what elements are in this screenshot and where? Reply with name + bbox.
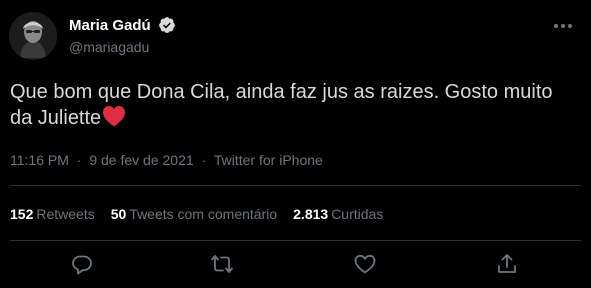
tweet-time[interactable]: 11:16 PM: [10, 152, 69, 168]
reply-icon[interactable]: [70, 252, 94, 276]
divider: [10, 185, 581, 186]
like-icon[interactable]: [353, 252, 377, 276]
share-icon[interactable]: [495, 252, 519, 276]
tweet-date[interactable]: 9 de fev de 2021: [89, 152, 193, 168]
meta-separator: ·: [76, 152, 82, 168]
retweet-icon[interactable]: [210, 252, 234, 276]
red-heart-emoji-icon: [103, 106, 126, 127]
avatar[interactable]: [9, 12, 57, 60]
tweet-body: Que bom que Dona Cila, ainda faz jus as …: [10, 81, 553, 129]
handle[interactable]: @mariagadu: [69, 39, 176, 55]
tweet-source[interactable]: Twitter for iPhone: [214, 152, 323, 168]
tweet-stats: 152 Retweets 50 Tweets com comentário 2.813 C…: [10, 206, 399, 222]
tweet-card: Maria Gadú @mariagadu Que bom que Dona C…: [0, 0, 591, 288]
divider: [10, 240, 581, 241]
author-info: Maria Gadú @mariagadu: [69, 16, 176, 55]
likes-stat[interactable]: 2.813 Curtidas: [293, 206, 383, 222]
display-name[interactable]: Maria Gadú: [69, 17, 151, 34]
tweet-meta: 11:16 PM · 9 de fev de 2021 · Twitter fo…: [10, 152, 323, 168]
action-bar: [0, 252, 591, 276]
meta-separator: ·: [201, 152, 207, 168]
avatar-image: [9, 12, 57, 60]
tweet-text: Que bom que Dona Cila, ainda faz jus as …: [10, 80, 580, 131]
verified-badge-icon: [159, 17, 176, 33]
more-options-icon[interactable]: [551, 14, 575, 38]
quote-tweets-stat[interactable]: 50 Tweets com comentário: [111, 206, 277, 222]
retweets-stat[interactable]: 152 Retweets: [10, 206, 95, 222]
